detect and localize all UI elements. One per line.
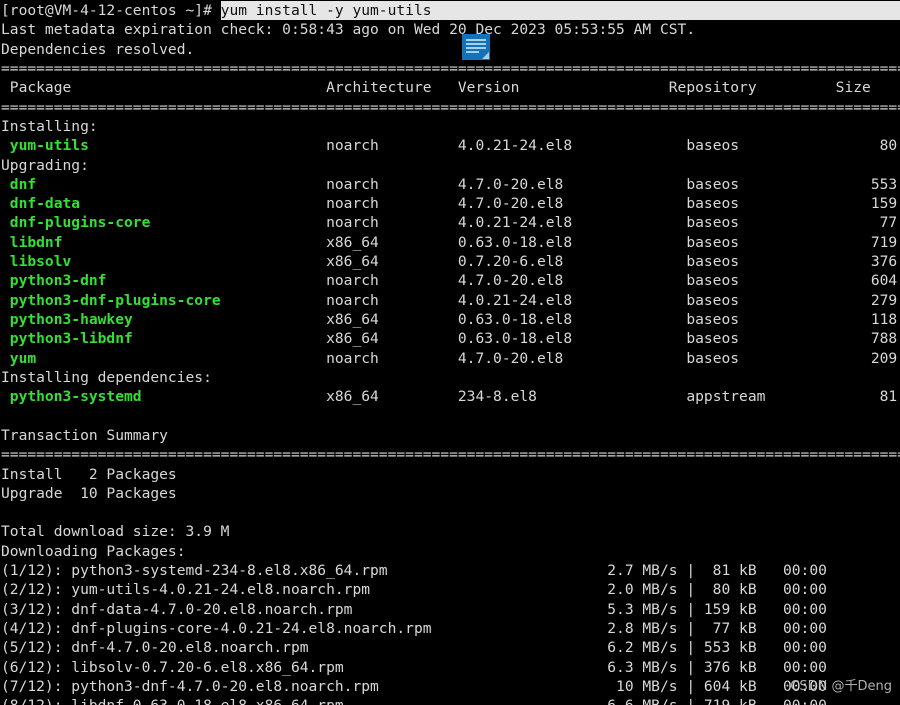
download-rows: (1/12): python3-systemd-234-8.el8.x86_64…: [0, 561, 900, 705]
download-row: (3/12): dnf-data-4.7.0-20.el8.noarch.rpm…: [1, 600, 827, 618]
shell-prompt: [root@VM-4-12-centos ~]#: [1, 2, 221, 19]
package-details: noarch 4.0.21-24.el8 baseos 77 k: [150, 214, 900, 232]
package-name: python3-dnf: [1, 272, 107, 290]
doc-icon-corner: [482, 52, 489, 59]
rule-header: ========================================…: [1, 98, 900, 116]
package-details: x86_64 0.63.0-18.el8 baseos 118 k: [132, 311, 900, 328]
package-name: yum: [1, 349, 37, 367]
dependencies-resolved-line: Dependencies resolved.: [1, 40, 195, 58]
total-download-size-line: Total download size: 3.9 M: [1, 523, 230, 541]
table-header-row: Package Architecture Version Repository …: [1, 79, 871, 97]
package-details: noarch 4.7.0-20.el8 baseos 159 k: [80, 195, 900, 213]
package-details: x86_64 0.63.0-18.el8 baseos 719 k: [62, 233, 900, 251]
package-name: libsolv: [1, 253, 72, 271]
package-name: python3-hawkey: [1, 311, 133, 328]
package-row: libsolv x86_64 0.7.20-6.el8 baseos 376 k: [0, 252, 900, 271]
download-row: (6/12): libsolv-0.7.20-6.el8.x86_64.rpm …: [1, 658, 827, 676]
terminal-screen: [root@VM-4-12-centos ~]# yum install -y …: [0, 1, 900, 705]
package-row: dnf noarch 4.7.0-20.el8 baseos 553 k: [0, 175, 900, 194]
package-row: python3-libdnf x86_64 0.63.0-18.el8 base…: [0, 329, 900, 348]
package-name: python3-systemd: [1, 388, 142, 406]
package-row: python3-systemd x86_64 234-8.el8 appstre…: [0, 387, 900, 406]
package-details: noarch 4.0.21-24.el8 baseos 279 k: [220, 291, 900, 309]
package-row: dnf-data noarch 4.7.0-20.el8 baseos 159 …: [0, 194, 900, 213]
package-details: noarch 4.0.21-24.el8 baseos 80 k: [88, 137, 900, 155]
package-name: python3-libdnf: [1, 330, 133, 348]
prompt-line[interactable]: [root@VM-4-12-centos ~]# yum install -y …: [0, 1, 900, 21]
download-row: (5/12): dnf-4.7.0-20.el8.noarch.rpm 6.2 …: [1, 639, 827, 657]
package-row: python3-dnf-plugins-core noarch 4.0.21-2…: [0, 291, 900, 310]
doc-icon-bar: [466, 43, 486, 45]
upgrade-rows: dnf noarch 4.7.0-20.el8 baseos 553 k dnf…: [0, 175, 900, 368]
install-rows: yum-utils noarch 4.0.21-24.el8 baseos 80…: [0, 136, 900, 155]
doc-icon-bar: [466, 47, 486, 49]
section-installing: Installing:: [1, 117, 98, 135]
document-lines-icon[interactable]: [462, 34, 490, 60]
terminal-window[interactable]: [root@VM-4-12-centos ~]# yum install -y …: [0, 0, 900, 705]
package-row: yum-utils noarch 4.0.21-24.el8 baseos 80…: [0, 136, 900, 155]
dependency-rows: python3-systemd x86_64 234-8.el8 appstre…: [0, 387, 900, 406]
download-row: (2/12): yum-utils-4.0.21-24.el8.noarch.r…: [1, 581, 827, 599]
rule-top: ========================================…: [1, 59, 900, 77]
package-name: dnf-data: [1, 195, 81, 213]
package-name: yum-utils: [1, 137, 89, 155]
rule-summary: ========================================…: [1, 446, 900, 464]
package-row: python3-hawkey x86_64 0.63.0-18.el8 base…: [0, 310, 900, 329]
metadata-expiration-line: Last metadata expiration check: 0:58:43 …: [1, 21, 696, 39]
downloading-packages-heading: Downloading Packages:: [1, 542, 186, 560]
package-name: libdnf: [1, 233, 63, 251]
section-installing-dependencies: Installing dependencies:: [1, 368, 212, 386]
download-row: (4/12): dnf-plugins-core-4.0.21-24.el8.n…: [1, 620, 827, 637]
download-row: (8/12): libdnf-0.63.0-18.el8.x86_64.rpm …: [0, 696, 900, 705]
doc-icon-bar: [466, 51, 479, 53]
package-details: noarch 4.7.0-20.el8 baseos 209 k: [36, 349, 900, 367]
package-details: x86_64 0.7.20-6.el8 baseos 376 k: [71, 253, 900, 271]
upgrade-count-line: Upgrade 10 Packages: [1, 484, 177, 502]
package-row: dnf-plugins-core noarch 4.0.21-24.el8 ba…: [0, 213, 900, 232]
package-name: python3-dnf-plugins-core: [1, 291, 221, 309]
transaction-summary-heading: Transaction Summary: [1, 426, 168, 444]
package-name: dnf-plugins-core: [1, 214, 151, 232]
download-row: (1/12): python3-systemd-234-8.el8.x86_64…: [1, 562, 827, 580]
package-name: dnf: [1, 175, 37, 193]
package-row: python3-dnf noarch 4.7.0-20.el8 baseos 6…: [0, 271, 900, 290]
install-count-line: Install 2 Packages: [1, 465, 177, 483]
package-details: noarch 4.7.0-20.el8 baseos 553 k: [36, 175, 900, 193]
command-selection[interactable]: yum install -y yum-utils: [220, 1, 900, 21]
section-upgrading: Upgrading:: [1, 156, 89, 174]
download-row: (7/12): python3-dnf-4.7.0-20.el8.noarch.…: [1, 677, 827, 695]
doc-icon-bar: [466, 39, 486, 41]
package-details: x86_64 0.63.0-18.el8 baseos 788 k: [132, 330, 900, 348]
package-row: yum noarch 4.7.0-20.el8 baseos 209 k: [0, 349, 900, 368]
package-row: libdnf x86_64 0.63.0-18.el8 baseos 719 k: [0, 233, 900, 252]
package-details: x86_64 234-8.el8 appstream 81 k: [141, 388, 900, 406]
package-details: noarch 4.7.0-20.el8 baseos 604 k: [106, 272, 900, 290]
